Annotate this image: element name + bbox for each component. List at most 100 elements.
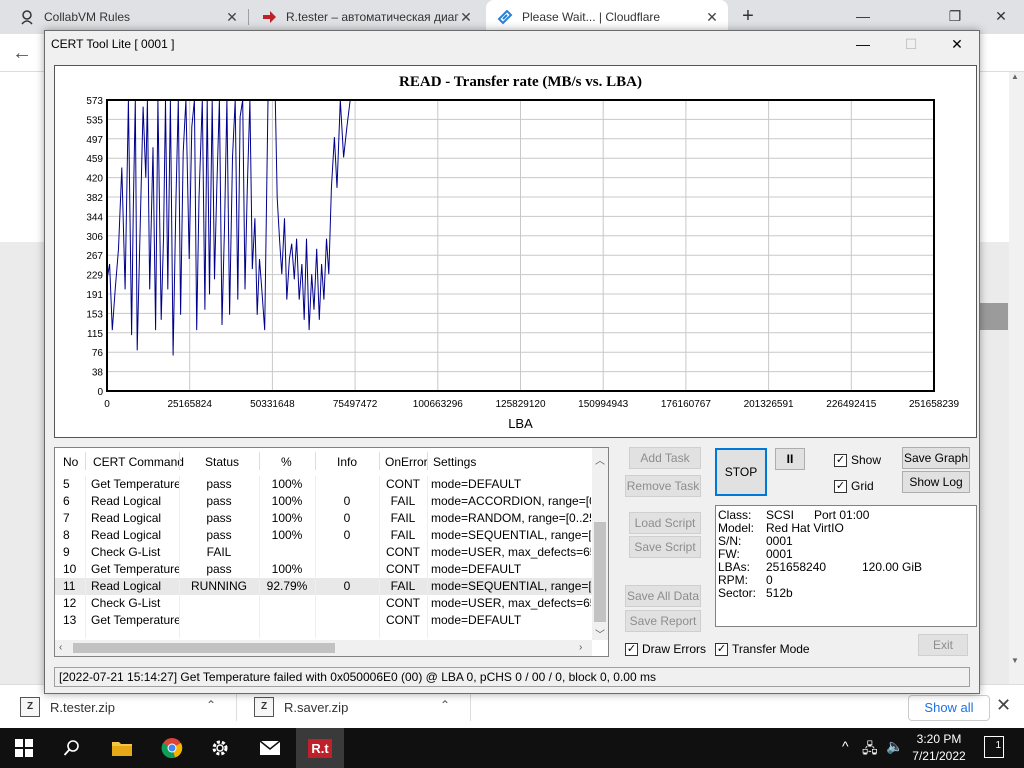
tab-collabvm-rules[interactable]: CollabVM Rules ✕: [8, 0, 248, 34]
clock[interactable]: 3:20 PM 7/21/2022: [906, 731, 972, 765]
scroll-down-arrow-icon[interactable]: ﹀: [595, 626, 605, 641]
save-report-button[interactable]: Save Report: [625, 610, 701, 632]
close-icon[interactable]: ✕: [996, 695, 1011, 716]
divider: [85, 452, 86, 470]
chevron-up-icon[interactable]: ⌃: [206, 698, 216, 712]
task-row[interactable]: 5 Get Temperature pass 100% CONT mode=DEFAULT: [55, 476, 593, 493]
grid-checkbox[interactable]: ✓ Grid: [834, 479, 874, 493]
tab-r-tester[interactable]: R.tester – автоматическая диаг ✕: [250, 0, 482, 34]
search-button[interactable]: [48, 728, 96, 768]
task-row[interactable]: 9 Check G-List FAIL CONT mode=USER, max_defe…: [55, 544, 593, 561]
lbas-value: 251658240: [766, 560, 827, 574]
column-header[interactable]: %: [281, 455, 292, 469]
show-hidden-icons-icon[interactable]: ^: [842, 738, 849, 754]
show-checkbox[interactable]: ✓ Show: [834, 453, 881, 467]
mail-button[interactable]: [246, 728, 294, 768]
page-scrollbar[interactable]: [1009, 72, 1024, 684]
task-row[interactable]: 7 Read Logical pass 100% 0 FAIL mode=RANDOM, r…: [55, 510, 593, 527]
volume-icon[interactable]: 🔈: [886, 738, 903, 755]
task-cell-percent: 100%: [271, 477, 303, 491]
x-axis-label: LBA: [508, 416, 533, 431]
exit-button[interactable]: Exit: [918, 634, 968, 656]
task-cell-settings: mode=DEFAULT: [431, 477, 522, 491]
task-cell-status: FAIL: [206, 545, 232, 559]
transfer-mode-checkbox[interactable]: ✓ Transfer Mode: [715, 642, 810, 656]
page-scrollbar-thumb[interactable]: [980, 303, 1008, 330]
y-tick-label: 153: [86, 309, 103, 320]
task-cell-settings: mode=SEQUENTIAL, range=[0..2: [431, 579, 591, 593]
new-tab-button[interactable]: +: [736, 5, 760, 29]
scrollbar-thumb[interactable]: [594, 522, 606, 622]
column-header[interactable]: Status: [205, 455, 239, 469]
task-row[interactable]: 6 Read Logical pass 100% 0 FAIL mode=ACCORDION…: [55, 493, 593, 510]
network-icon[interactable]: 🖧: [862, 738, 878, 762]
y-tick-label: 497: [86, 135, 103, 146]
download-item[interactable]: Z R.tester.zip: [20, 691, 115, 723]
task-row[interactable]: 10 Get Temperature pass 100% CONT mode=DEFAUL…: [55, 561, 593, 578]
model-label: Model:: [718, 521, 755, 535]
save-all-data-button[interactable]: Save All Data: [625, 585, 701, 607]
chrome-button[interactable]: [148, 728, 196, 768]
scroll-right-arrow-icon[interactable]: ›: [579, 642, 582, 653]
save-script-button[interactable]: Save Script: [629, 536, 701, 558]
restore-icon[interactable]: ❐: [940, 4, 970, 28]
scroll-up-arrow-icon[interactable]: ▲: [1011, 72, 1019, 81]
settings-button[interactable]: [196, 728, 244, 768]
rtester-taskbar-button[interactable]: R.t: [296, 728, 344, 768]
task-cell-percent: 100%: [271, 528, 303, 542]
start-button[interactable]: [0, 728, 48, 768]
stop-button[interactable]: STOP: [715, 448, 767, 496]
task-cell-row-number: 9: [63, 545, 70, 559]
task-cell-info: 0: [343, 579, 351, 593]
load-script-button[interactable]: Load Script: [629, 512, 701, 534]
download-filename: R.saver.zip: [284, 699, 349, 715]
column-header[interactable]: Info: [337, 455, 357, 469]
zip-file-icon: Z: [254, 697, 274, 717]
chart-title: READ - Transfer rate (MB/s vs. LBA): [399, 74, 642, 90]
task-row[interactable]: 8 Read Logical pass 100% 0 FAIL mode=SEQUENTIA…: [55, 527, 593, 544]
x-tick-label: 125829120: [495, 399, 545, 410]
column-header[interactable]: CERT Command: [93, 455, 184, 469]
column-header[interactable]: No: [63, 455, 78, 469]
x-tick-label: 50331648: [250, 399, 295, 410]
close-tab-icon[interactable]: ✕: [704, 9, 720, 25]
remove-task-button[interactable]: Remove Task: [625, 475, 701, 497]
tab-cloudflare[interactable]: Please Wait... | Cloudflare ✕: [486, 0, 728, 34]
notifications-icon[interactable]: 1: [984, 736, 1004, 758]
show-log-button[interactable]: Show Log: [902, 471, 970, 493]
minimize-icon[interactable]: —: [848, 4, 878, 28]
add-task-button[interactable]: Add Task: [629, 447, 701, 469]
draw-errors-checkbox[interactable]: ✓ Draw Errors: [625, 642, 706, 656]
scroll-left-arrow-icon[interactable]: ‹: [59, 642, 62, 653]
task-list[interactable]: No CERT Command Status % Info OnError Se…: [54, 447, 609, 657]
back-arrow-icon[interactable]: ←: [8, 40, 36, 68]
task-row[interactable]: 11 Read Logical RUNNING 92.79% 0 FAIL mode=SEQ…: [55, 578, 593, 595]
task-cell-settings: mode=USER, max_defects=6553: [431, 596, 591, 610]
chevron-up-icon[interactable]: ⌃: [440, 698, 450, 712]
close-icon[interactable]: ✕: [935, 33, 979, 55]
task-row[interactable]: 13 Get Temperature CONT mode=DEFAULT: [55, 612, 593, 629]
column-divider: [315, 476, 316, 638]
minimize-icon[interactable]: —: [841, 33, 885, 55]
close-window-icon[interactable]: ✕: [986, 4, 1016, 28]
show-all-button[interactable]: Show all: [908, 695, 990, 721]
task-cell-row-number: 11: [63, 579, 76, 593]
close-tab-icon[interactable]: ✕: [458, 9, 474, 25]
column-header[interactable]: OnError: [385, 455, 428, 469]
column-header[interactable]: Settings: [433, 455, 476, 469]
download-item[interactable]: Z R.saver.zip: [254, 691, 348, 723]
y-tick-label: 306: [86, 232, 103, 243]
save-graph-button[interactable]: Save Graph: [902, 447, 970, 469]
scroll-up-arrow-icon[interactable]: ︿: [595, 452, 605, 467]
y-tick-label: 344: [86, 212, 103, 223]
scrollbar-thumb[interactable]: [73, 643, 335, 653]
task-cell-settings: mode=ACCORDION, range=[0..25: [431, 494, 591, 508]
window-title: CERT Tool Lite [ 0001 ]: [51, 37, 175, 51]
file-explorer-button[interactable]: [98, 728, 146, 768]
close-tab-icon[interactable]: ✕: [224, 9, 240, 25]
task-row[interactable]: 12 Check G-List CONT mode=USER, max_defects…: [55, 595, 593, 612]
task-cell-info: 0: [343, 494, 351, 508]
scroll-down-arrow-icon[interactable]: ▼: [1011, 656, 1019, 665]
checkbox-label: Transfer Mode: [732, 642, 810, 656]
pause-button[interactable]: II: [775, 448, 805, 470]
